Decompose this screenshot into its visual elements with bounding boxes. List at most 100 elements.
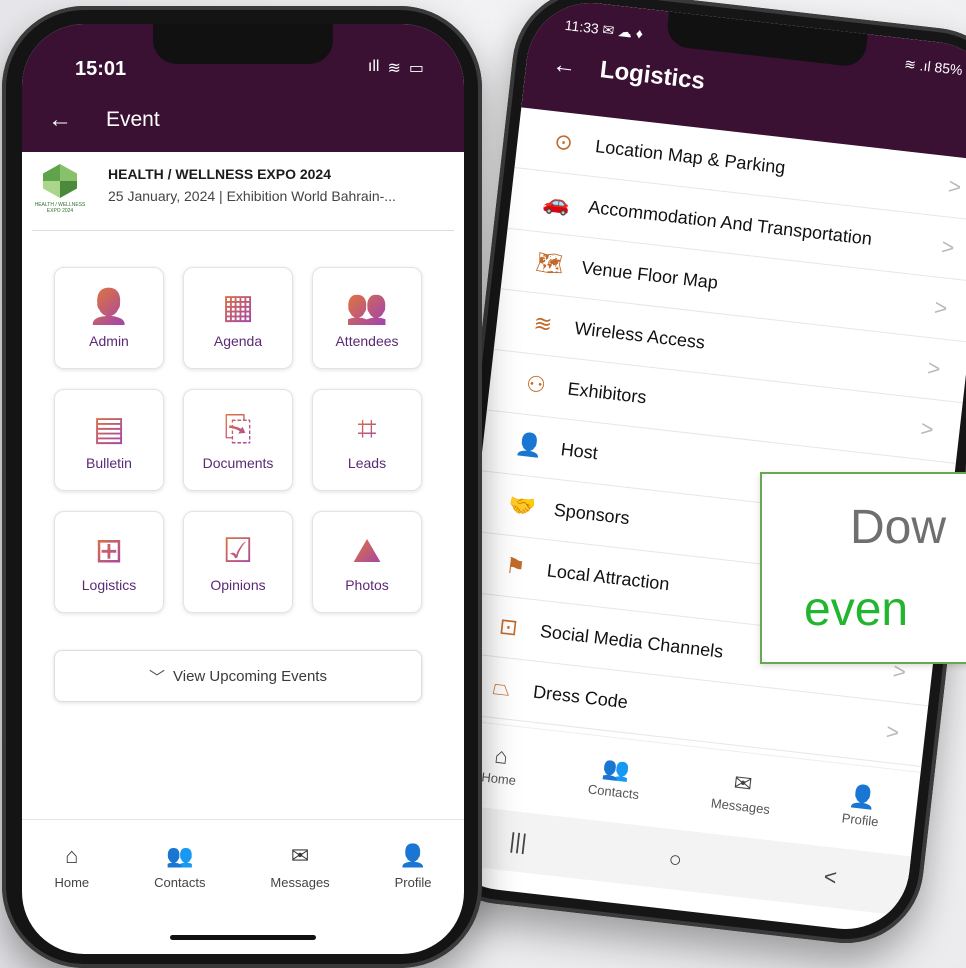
car-icon: 🚗 xyxy=(541,188,572,217)
back-arrow-icon[interactable]: ← xyxy=(48,106,72,134)
calendar-icon: ▦ xyxy=(221,288,255,326)
home-circle-icon[interactable]: ○ xyxy=(667,846,683,873)
chevron-right-icon: > xyxy=(919,415,935,443)
attendees-icon: 👥 xyxy=(345,288,389,326)
host-icon: 👤 xyxy=(514,431,545,459)
page-title: Logistics xyxy=(598,56,707,95)
tab-messages[interactable]: ✉ Messages xyxy=(270,843,329,890)
clipboard-icon: ☑ xyxy=(222,532,254,570)
tile-photos[interactable]: ⛰ Photos xyxy=(312,511,422,613)
logo-text-bottom: EXPO 2024 xyxy=(46,208,74,214)
tile-label: Opinions xyxy=(210,577,266,593)
tab-label: Contacts xyxy=(154,874,206,890)
chevron-right-icon: > xyxy=(933,294,949,321)
tile-logistics[interactable]: ⊞ Logistics xyxy=(54,511,164,613)
camera-notch xyxy=(153,24,333,64)
status-left: 11:33 ✉ ☁ ♦ xyxy=(564,16,644,42)
hanger-icon: ⏢ xyxy=(491,674,512,701)
event-name: HEALTH / WELLNESS EXPO 2024 xyxy=(108,166,332,182)
app-header: 15:01 ıll ≋ ▭ ← Event xyxy=(22,24,464,152)
status-icons: ıll ≋ ▭ xyxy=(368,58,424,78)
page-title: Event xyxy=(106,108,160,131)
status-time: 15:01 xyxy=(75,58,127,80)
tab-profile[interactable]: 👤 Profile xyxy=(841,782,882,829)
wifi-icon: ≋ xyxy=(387,60,401,77)
title-bar: ← Logistics xyxy=(551,51,707,96)
location-pin-icon: ⊙ xyxy=(553,128,575,156)
signal-icon: ıll xyxy=(367,58,380,75)
tab-home[interactable]: ⌂ Home xyxy=(480,741,520,788)
signpost-icon: ⚑ xyxy=(504,552,527,580)
qr-code-icon: ⌗ xyxy=(357,409,377,448)
contacts-icon: 👥 xyxy=(166,842,194,868)
tile-label: Admin xyxy=(89,333,129,349)
tile-leads[interactable]: ⌗ Leads xyxy=(312,389,422,491)
tab-label: Profile xyxy=(394,874,432,890)
event-summary[interactable]: HEALTH / WELLNESS EXPO 2024 HEALTH / WEL… xyxy=(32,164,454,231)
social-media-icon: ⊡ xyxy=(497,613,520,641)
person-icon: 👤 xyxy=(847,782,878,811)
home-indicator[interactable] xyxy=(170,935,316,940)
chevron-down-icon: ﹀ xyxy=(149,670,166,687)
tile-documents[interactable]: ⎘ Documents xyxy=(183,389,293,491)
tab-label: Profile xyxy=(841,809,880,829)
contacts-icon: 👥 xyxy=(601,754,632,783)
back-icon[interactable]: < xyxy=(822,864,839,891)
tab-messages[interactable]: ✉ Messages xyxy=(710,767,774,816)
marketing-scene: 11:33 ✉ ☁ ♦ ≋ .ıl 85% ← Logistics ⊙ Loca… xyxy=(0,0,966,968)
tile-label: Logistics xyxy=(81,577,137,593)
admin-icon: 👤 xyxy=(87,288,131,326)
event-phone: 15:01 ıll ≋ ▭ ← Event HEALTH / WELLNESS … xyxy=(2,6,482,968)
tab-contacts[interactable]: 👥 Contacts xyxy=(154,843,205,890)
chevron-right-icon: > xyxy=(926,355,942,382)
bottom-tab-bar: ⌂ Home 👥 Contacts ✉ Messages 👤 Profile xyxy=(22,819,464,912)
tile-label: Bulletin xyxy=(86,455,132,471)
chevron-right-icon: > xyxy=(946,173,963,200)
notification-icons: ✉ ☁ ♦ xyxy=(601,20,644,42)
person-icon: 👤 xyxy=(399,842,427,868)
event-text: HEALTH / WELLNESS EXPO 2024 25 January, … xyxy=(108,164,454,204)
tile-agenda[interactable]: ▦ Agenda xyxy=(183,267,293,369)
banner-line-1: Dow xyxy=(850,501,947,554)
tile-label: Attendees xyxy=(335,333,399,349)
chevron-right-icon: > xyxy=(940,233,956,261)
event-screen: 15:01 ıll ≋ ▭ ← Event HEALTH / WELLNESS … xyxy=(22,24,464,954)
tab-contacts[interactable]: 👥 Contacts xyxy=(587,753,643,802)
tile-admin[interactable]: 👤 Admin xyxy=(54,267,164,369)
back-arrow-icon[interactable]: ← xyxy=(551,51,578,82)
recents-icon[interactable]: ||| xyxy=(508,828,528,856)
status-time: 11:33 xyxy=(564,16,600,37)
promo-banner: Dow even xyxy=(760,472,966,664)
tab-label: Contacts xyxy=(587,780,640,802)
home-icon: ⌂ xyxy=(493,742,510,769)
wifi-icon: ≋ xyxy=(532,310,554,338)
tab-home[interactable]: ⌂ Home xyxy=(54,843,89,890)
expo-logo-icon xyxy=(43,164,77,198)
tab-label: Messages xyxy=(710,794,771,817)
title-bar: ← Event xyxy=(48,106,160,134)
photos-icon: ⛰ xyxy=(352,531,382,570)
map-icon: 🗺 xyxy=(534,249,566,278)
view-upcoming-events-button[interactable]: ﹀ View Upcoming Events xyxy=(54,650,422,702)
banner-line-2: even xyxy=(804,583,909,636)
event-logo: HEALTH / WELLNESS EXPO 2024 xyxy=(32,164,88,224)
logistics-list: ⊙ Location Map & Parking > 🚗 Accommodati… xyxy=(452,107,966,767)
tile-label: Photos xyxy=(345,576,389,593)
tile-attendees[interactable]: 👥 Attendees xyxy=(312,267,422,369)
documents-icon: ⎘ xyxy=(224,409,252,448)
tab-profile[interactable]: 👤 Profile xyxy=(395,843,432,890)
tile-label: Leads xyxy=(347,454,387,471)
battery-icon: ▭ xyxy=(408,60,424,77)
tab-label: Home xyxy=(54,874,90,890)
logistics-icon: ⊞ xyxy=(94,532,124,570)
tab-label: Home xyxy=(480,768,517,788)
tile-opinions[interactable]: ☑ Opinions xyxy=(183,511,293,613)
tile-label: Agenda xyxy=(213,333,263,349)
tile-bulletin[interactable]: ▤ Bulletin xyxy=(54,389,164,491)
handshake-icon: 🤝 xyxy=(507,491,538,520)
chevron-right-icon: > xyxy=(884,718,901,746)
tile-label: Documents xyxy=(202,454,274,471)
bulletin-icon: ▤ xyxy=(92,410,126,448)
exhibitors-icon: ⚇ xyxy=(524,370,548,398)
envelope-icon: ✉ xyxy=(732,769,754,797)
